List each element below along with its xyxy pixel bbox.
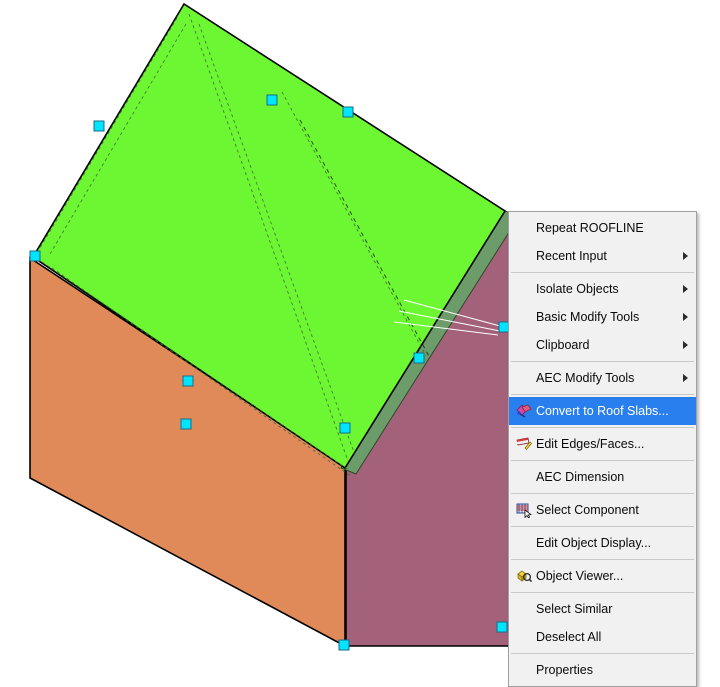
menu-separator [511, 493, 694, 494]
no-icon [513, 370, 535, 386]
menu-separator [511, 592, 694, 593]
menu-separator [511, 394, 694, 395]
roof-context-menu[interactable]: Repeat ROOFLINE Recent Input Isolate Objec… [508, 211, 697, 687]
menu-item-clipboard[interactable]: Clipboard [509, 331, 696, 359]
no-icon [513, 535, 535, 551]
grip-roof-ridge-right[interactable] [342, 106, 354, 118]
menu-item-label: AEC Dimension [536, 470, 625, 484]
grip-roof-ridge-mid[interactable] [266, 94, 278, 106]
menu-item-edit-object-display[interactable]: Edit Object Display... [509, 529, 696, 557]
menu-item-deselect-all[interactable]: Deselect All [509, 623, 696, 651]
grip-roof-eave-mid[interactable] [413, 352, 425, 364]
submenu-arrow-icon [678, 285, 692, 293]
menu-item-select-component[interactable]: Select Component [509, 496, 696, 524]
no-icon [513, 281, 535, 297]
chevron-right-icon [682, 341, 688, 349]
no-icon [513, 601, 535, 617]
chevron-right-icon [682, 285, 688, 293]
menu-item-repeat-roofline[interactable]: Repeat ROOFLINE [509, 214, 696, 242]
menu-item-properties[interactable]: Properties [509, 656, 696, 684]
grip-roof-edge-left[interactable] [93, 120, 105, 132]
menu-item-edit-edges-faces[interactable]: Edit Edges/Faces... [509, 430, 696, 458]
menu-item-label: Edit Object Display... [536, 536, 652, 550]
menu-separator [511, 427, 694, 428]
menu-separator [511, 272, 694, 273]
grip-roof-eave-low[interactable] [182, 375, 194, 387]
menu-item-label: Properties [536, 663, 593, 677]
menu-item-label: Clipboard [536, 338, 590, 352]
no-icon [513, 248, 535, 264]
submenu-arrow-icon [678, 252, 692, 260]
menu-separator [511, 653, 694, 654]
menu-item-label: AEC Modify Tools [536, 371, 635, 385]
menu-separator [511, 361, 694, 362]
menu-item-label: Recent Input [536, 249, 607, 263]
chevron-right-icon [682, 252, 688, 260]
select-component-icon [513, 502, 535, 518]
menu-item-aec-dimension[interactable]: AEC Dimension [509, 463, 696, 491]
menu-separator [511, 460, 694, 461]
menu-item-label: Isolate Objects [536, 282, 619, 296]
menu-item-aec-modify-tools[interactable]: AEC Modify Tools [509, 364, 696, 392]
menu-item-label: Basic Modify Tools [536, 310, 640, 324]
menu-item-isolate-objects[interactable]: Isolate Objects [509, 275, 696, 303]
edit-edges-icon [513, 436, 535, 452]
no-icon [513, 469, 535, 485]
menu-separator [511, 559, 694, 560]
menu-item-label: Repeat ROOFLINE [536, 221, 644, 235]
screenshot-root: Repeat ROOFLINE Recent Input Isolate Objec… [0, 0, 720, 687]
no-icon [513, 662, 535, 678]
grip-roof-corner-left[interactable] [29, 250, 41, 262]
menu-item-label: Select Similar [536, 602, 613, 616]
menu-item-object-viewer[interactable]: Object Viewer... [509, 562, 696, 590]
menu-item-basic-modify-tools[interactable]: Basic Modify Tools [509, 303, 696, 331]
no-icon [513, 337, 535, 353]
menu-item-label: Deselect All [536, 630, 602, 644]
grip-wall-base-right[interactable] [496, 621, 508, 633]
grip-roof-eave-bottom[interactable] [339, 422, 351, 434]
menu-item-convert-to-roof-slabs[interactable]: Convert to Roof Slabs... [509, 397, 696, 425]
submenu-arrow-icon [678, 313, 692, 321]
grip-wall-front-center[interactable] [180, 418, 192, 430]
menu-item-label: Convert to Roof Slabs... [536, 404, 669, 418]
menu-item-select-similar[interactable]: Select Similar [509, 595, 696, 623]
no-icon [513, 220, 535, 236]
chevron-right-icon [682, 313, 688, 321]
no-icon [513, 629, 535, 645]
menu-separator [511, 526, 694, 527]
menu-item-recent-input[interactable]: Recent Input [509, 242, 696, 270]
roof-slab-icon [513, 403, 535, 419]
submenu-arrow-icon [678, 341, 692, 349]
grip-wall-base-corner[interactable] [338, 639, 350, 651]
no-icon [513, 309, 535, 325]
menu-item-label: Object Viewer... [536, 569, 624, 583]
object-viewer-icon [513, 568, 535, 584]
submenu-arrow-icon [678, 374, 692, 382]
chevron-right-icon [682, 374, 688, 382]
menu-item-label: Select Component [536, 503, 639, 517]
menu-item-label: Edit Edges/Faces... [536, 437, 645, 451]
